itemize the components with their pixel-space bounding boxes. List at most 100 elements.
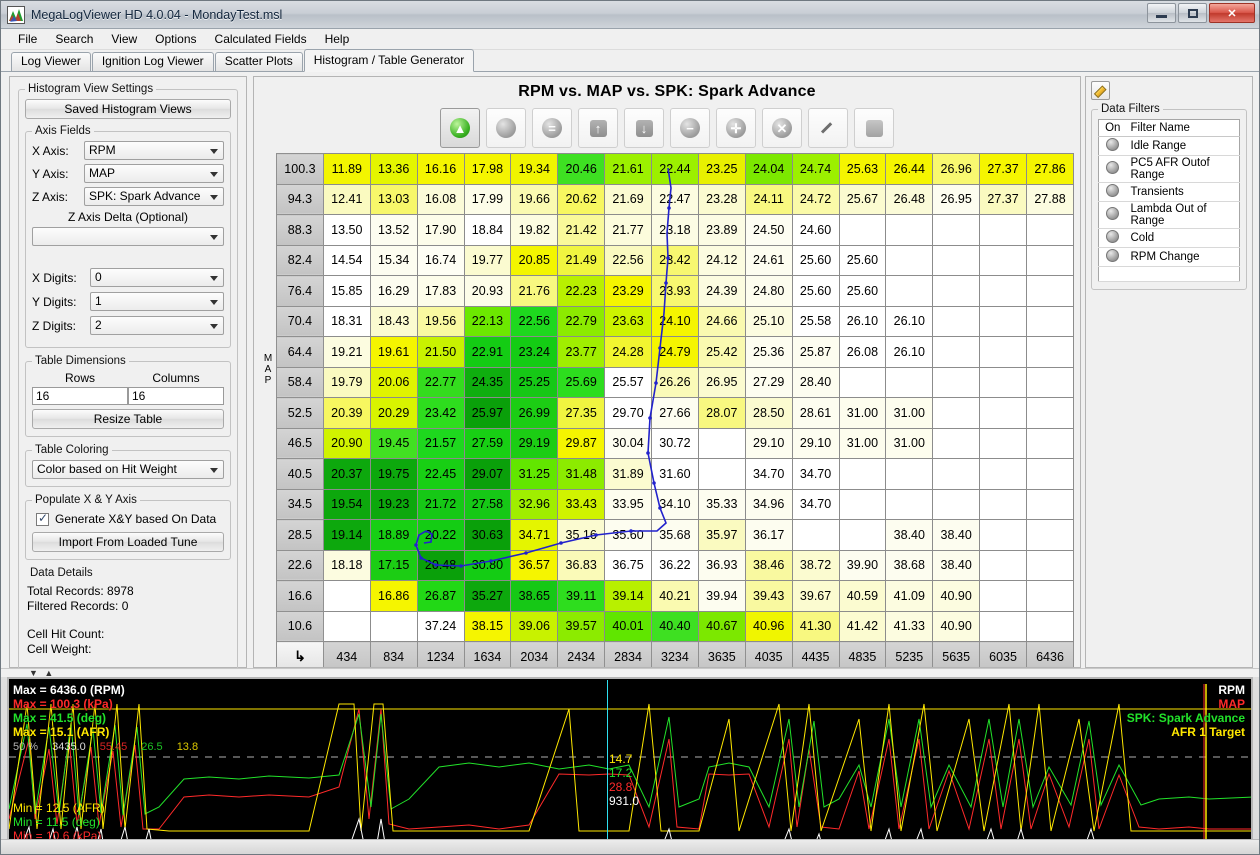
table-cell[interactable]: 15.34	[369, 244, 418, 276]
table-cell[interactable]: 20.39	[322, 397, 371, 429]
table-cell[interactable]: 21.49	[557, 244, 606, 276]
table-cell[interactable]: 29.87	[557, 427, 606, 459]
table-cell[interactable]: 31.48	[557, 458, 606, 490]
tab-log-viewer[interactable]: Log Viewer	[11, 52, 91, 71]
table-cell[interactable]: 27.88	[1026, 183, 1074, 215]
table-cell[interactable]: 19.66	[510, 183, 559, 215]
table-cell[interactable]	[369, 610, 418, 642]
table-cell[interactable]: 26.10	[885, 336, 934, 368]
axis-swap-button[interactable]: ↳	[276, 641, 324, 667]
table-cell[interactable]	[979, 275, 1027, 307]
filter-toggle-led[interactable]	[1106, 138, 1120, 151]
histogram-table[interactable]: 100.3 11.89 13.36 16.16 17.98 19.34 20.46 21.61…	[276, 153, 1074, 667]
table-cell[interactable]	[932, 397, 981, 429]
table-cell[interactable]: 24.39	[697, 275, 746, 307]
x-digits-select[interactable]: 0	[90, 268, 224, 287]
table-cell[interactable]	[979, 580, 1027, 612]
table-cell[interactable]: 23.63	[604, 305, 652, 337]
filter-toggle-led[interactable]	[1106, 230, 1120, 243]
row-header-map[interactable]: 40.5	[276, 458, 324, 490]
table-cell[interactable]: 20.06	[369, 366, 418, 398]
table-cell[interactable]: 35.60	[604, 519, 652, 551]
filter-toggle-led[interactable]	[1106, 161, 1120, 174]
table-cell[interactable]: 31.00	[838, 427, 887, 459]
table-cell[interactable]: 28.61	[791, 397, 840, 429]
column-header-rpm[interactable]: 4835	[838, 641, 887, 667]
table-cell[interactable]: 24.10	[651, 305, 699, 337]
table-cell[interactable]: 11.89	[322, 153, 371, 185]
table-cell[interactable]: 27.29	[744, 366, 793, 398]
table-cell[interactable]: 39.11	[557, 580, 606, 612]
table-cell[interactable]: 25.67	[838, 183, 887, 215]
column-header-rpm[interactable]: 5235	[885, 641, 934, 667]
table-cell[interactable]	[1026, 427, 1074, 459]
table-cell[interactable]	[885, 458, 934, 490]
table-cell[interactable]: 20.37	[322, 458, 371, 490]
table-cell[interactable]: 23.29	[604, 275, 652, 307]
table-cell[interactable]: 20.90	[322, 427, 371, 459]
table-cell[interactable]: 25.87	[791, 336, 840, 368]
table-cell[interactable]: 24.60	[791, 214, 840, 246]
z-axis-delta-select[interactable]	[32, 227, 224, 246]
table-cell[interactable]: 38.15	[463, 610, 512, 642]
table-cell[interactable]: 39.14	[604, 580, 652, 612]
table-cell[interactable]	[932, 214, 981, 246]
row-header-map[interactable]: 58.4	[276, 366, 324, 398]
table-cell[interactable]	[932, 305, 981, 337]
saved-histogram-views-button[interactable]: Saved Histogram Views	[25, 99, 231, 119]
table-cell[interactable]: 39.90	[838, 549, 887, 581]
table-cell[interactable]: 20.22	[416, 519, 465, 551]
table-cell[interactable]	[1026, 366, 1074, 398]
column-header-rpm[interactable]: 834	[369, 641, 418, 667]
generate-xy-checkbox[interactable]	[36, 511, 49, 526]
table-cell[interactable]: 34.10	[651, 488, 699, 520]
table-cell[interactable]: 23.42	[416, 397, 465, 429]
table-cell[interactable]: 13.03	[369, 183, 418, 215]
table-cell[interactable]	[1026, 580, 1074, 612]
table-cell[interactable]: 13.50	[322, 214, 371, 246]
table-cell[interactable]: 26.87	[416, 580, 465, 612]
filter-toggle-cell[interactable]	[1098, 155, 1127, 183]
table-cell[interactable]: 38.68	[885, 549, 934, 581]
table-cell[interactable]: 21.42	[557, 214, 606, 246]
resize-table-button[interactable]: Resize Table	[32, 409, 224, 429]
table-cell[interactable]	[322, 580, 371, 612]
table-cell[interactable]	[1026, 610, 1074, 642]
minimize-button[interactable]	[1147, 3, 1176, 23]
table-cell[interactable]: 21.61	[604, 153, 652, 185]
row-header-map[interactable]: 100.3	[276, 153, 324, 185]
table-cell[interactable]	[932, 427, 981, 459]
table-cell[interactable]: 20.93	[463, 275, 512, 307]
tab-histogram-table-generator[interactable]: Histogram / Table Generator	[303, 49, 475, 72]
table-cell[interactable]	[885, 214, 934, 246]
table-cell[interactable]: 30.63	[463, 519, 512, 551]
table-cell[interactable]: 26.10	[838, 305, 887, 337]
table-cell[interactable]: 24.80	[744, 275, 793, 307]
table-cell[interactable]: 17.15	[369, 549, 418, 581]
table-cell[interactable]: 29.10	[744, 427, 793, 459]
table-cell[interactable]: 18.84	[463, 214, 512, 246]
table-cell[interactable]: 37.24	[416, 610, 465, 642]
table-cell[interactable]: 40.01	[604, 610, 652, 642]
table-cell[interactable]	[697, 427, 746, 459]
table-cell[interactable]: 23.77	[557, 336, 606, 368]
table-cell[interactable]: 36.83	[557, 549, 606, 581]
minus-button[interactable]: −	[670, 108, 710, 148]
table-cell[interactable]	[1026, 336, 1074, 368]
y-digits-select[interactable]: 1	[90, 292, 224, 311]
table-cell[interactable]: 26.10	[885, 305, 934, 337]
table-cell[interactable]: 22.13	[463, 305, 512, 337]
table-cell[interactable]: 24.11	[744, 183, 793, 215]
tab-scatter-plots[interactable]: Scatter Plots	[214, 52, 303, 71]
table-cell[interactable]	[1026, 305, 1074, 337]
row-header-map[interactable]: 10.6	[276, 610, 324, 642]
generate-xy-row[interactable]: Generate X&Y based On Data	[36, 511, 224, 526]
table-cell[interactable]: 23.25	[697, 153, 746, 185]
table-cell[interactable]: 24.28	[604, 336, 652, 368]
table-cell[interactable]: 19.54	[322, 488, 371, 520]
table-cell[interactable]: 26.26	[651, 366, 699, 398]
arrow-up-button[interactable]: ↑	[578, 108, 618, 148]
cancel-button[interactable]: ✕	[762, 108, 802, 148]
table-cell[interactable]: 34.70	[791, 488, 840, 520]
table-cell[interactable]	[979, 458, 1027, 490]
